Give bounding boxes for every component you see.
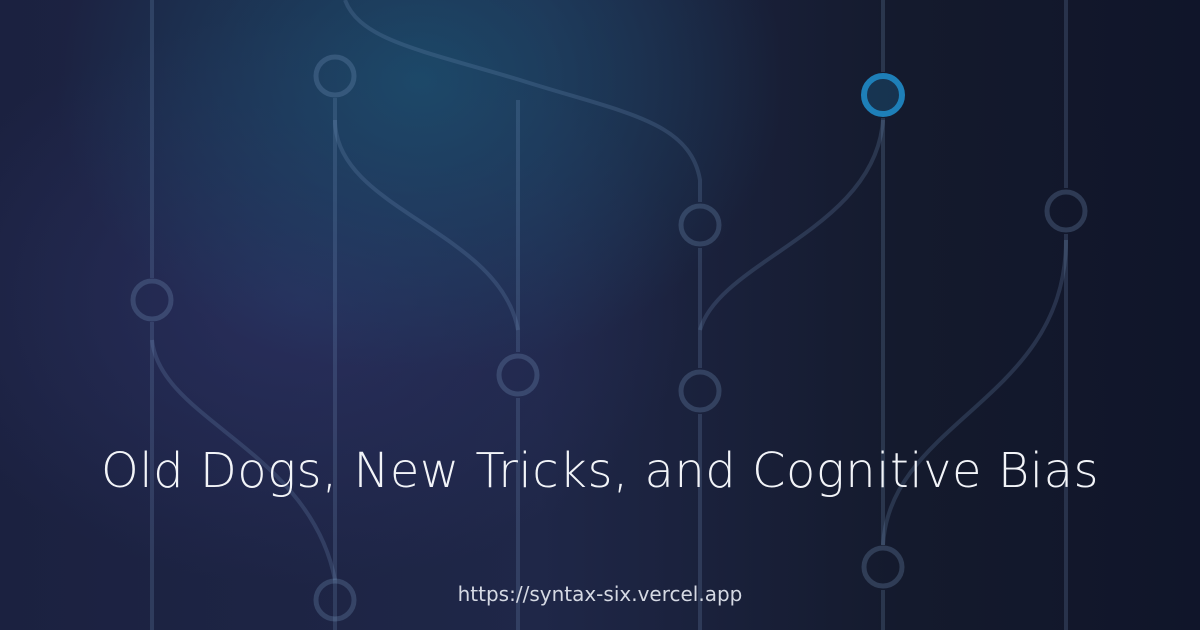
page-title: Old Dogs, New Tricks, and Cognitive Bias <box>100 443 1100 499</box>
active-commit-node <box>861 73 905 117</box>
git-branch-graph-icon <box>130 0 1088 630</box>
commit-node <box>678 369 722 413</box>
merge-curve <box>698 119 885 331</box>
commit-node <box>130 278 174 322</box>
social-card: Old Dogs, New Tricks, and Cognitive Bias… <box>0 0 1200 630</box>
commit-node <box>496 353 540 397</box>
merge-curve <box>343 0 702 202</box>
merge-curve <box>333 119 520 331</box>
commit-node <box>678 203 722 247</box>
site-url: https://syntax-six.vercel.app <box>457 582 743 606</box>
commit-node <box>313 54 357 98</box>
commit-node <box>1044 189 1088 233</box>
